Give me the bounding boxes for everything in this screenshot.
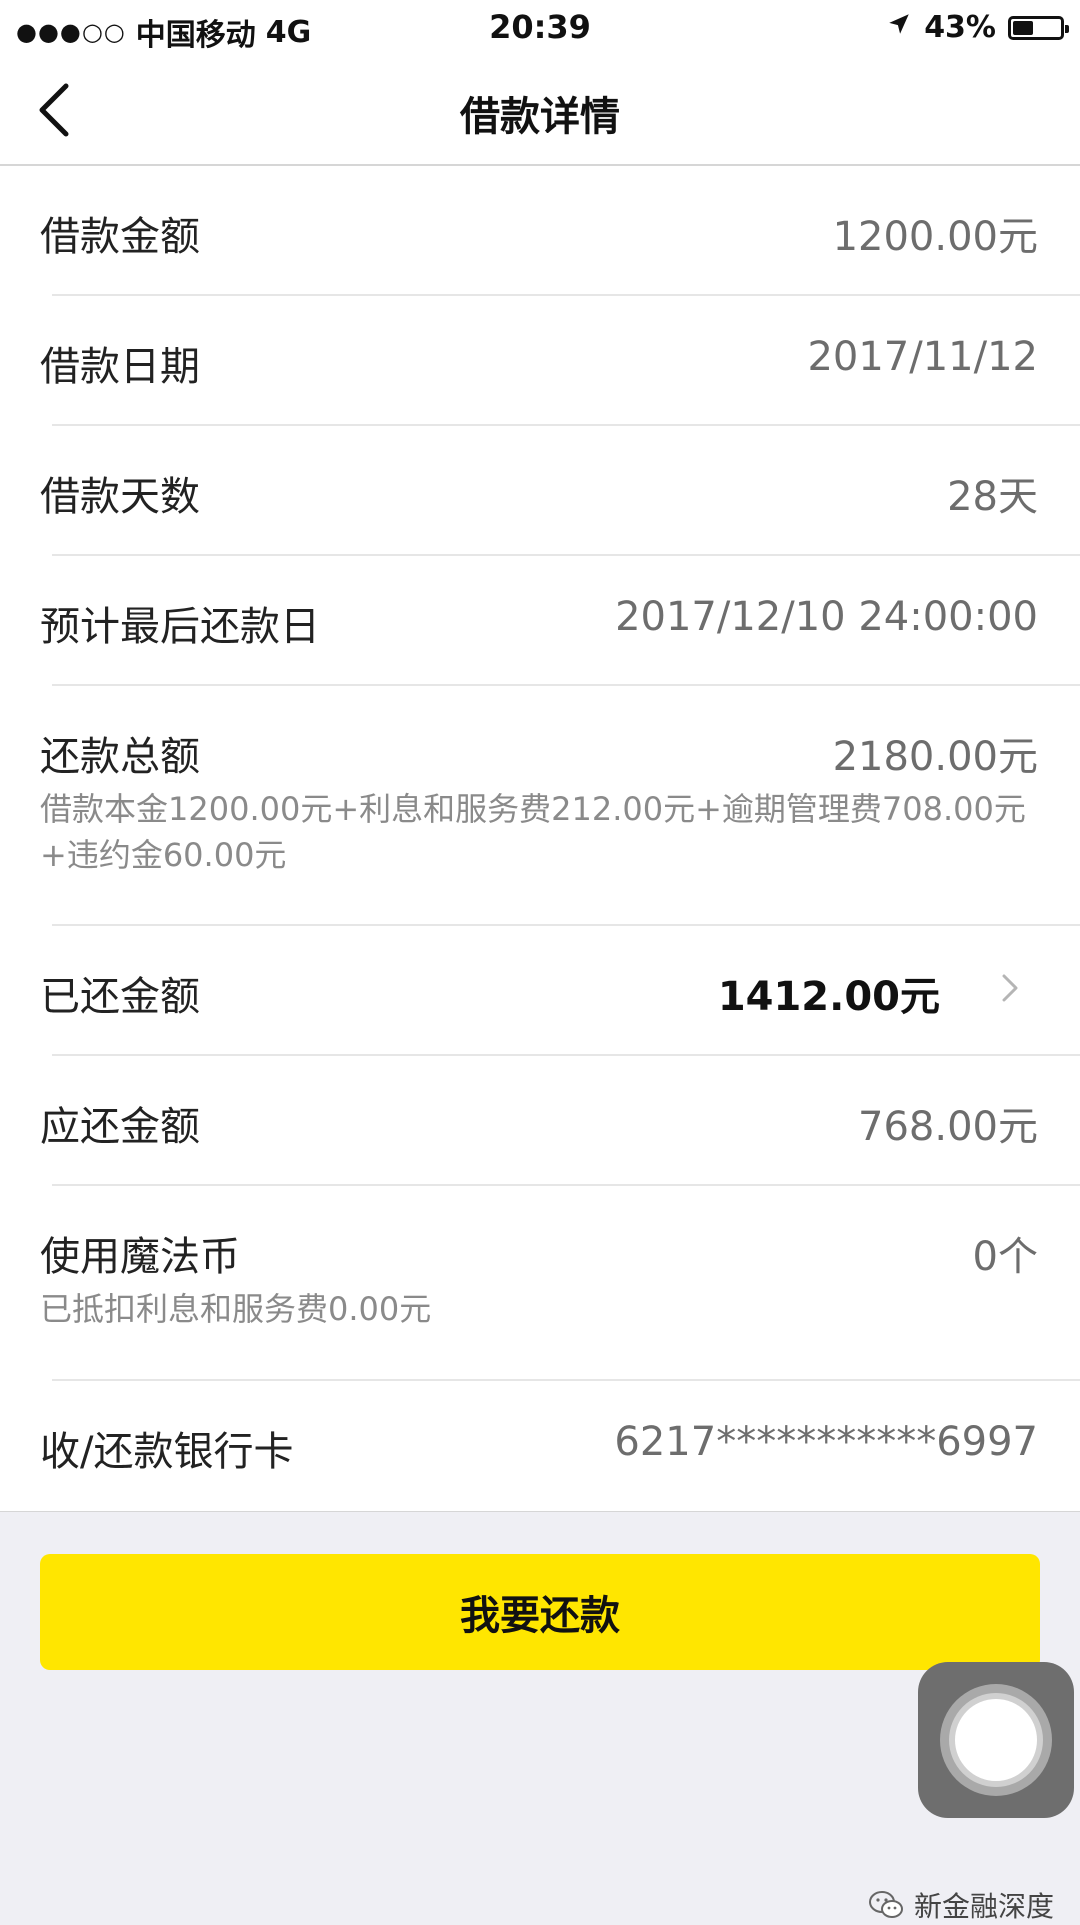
- magic-coin-note: 已抵扣利息和服务费0.00元: [40, 1290, 432, 1328]
- bank-card-value: 6217***********6997: [614, 1419, 1038, 1465]
- due-date-label: 预计最后还款日: [40, 604, 320, 650]
- row-loan-date: 借款日期 2017/11/12: [0, 296, 1080, 426]
- status-right: 43%: [886, 10, 1069, 45]
- loan-detail-list: 借款金额 1200.00元 借款日期 2017/11/12 借款天数 28天 预…: [0, 166, 1080, 1512]
- loan-date-label: 借款日期: [40, 344, 200, 390]
- due-amount-label: 应还金额: [40, 1104, 200, 1150]
- loan-amount-value: 1200.00元: [832, 214, 1038, 260]
- row-magic-coin: 使用魔法币 0个 已抵扣利息和服务费0.00元: [0, 1186, 1080, 1381]
- repaid-value: 1412.00元: [717, 974, 940, 1020]
- row-loan-amount: 借款金额 1200.00元: [0, 166, 1080, 296]
- row-loan-days: 借款天数 28天: [0, 426, 1080, 556]
- due-amount-value: 768.00元: [858, 1104, 1038, 1150]
- chevron-right-icon: [1002, 974, 1018, 1002]
- magic-coin-value: 0个: [972, 1234, 1038, 1280]
- row-repaid[interactable]: 已还金额 1412.00元: [0, 926, 1080, 1056]
- status-bar: ●●●○○ 中国移动 4G 20:39 43%: [0, 0, 1080, 56]
- watermark-text: 新金融深度: [913, 1890, 1054, 1923]
- wechat-icon: [868, 1891, 903, 1918]
- total-repay-label: 还款总额: [40, 734, 200, 780]
- bank-card-label: 收/还款银行卡: [40, 1429, 294, 1475]
- watermark: 新金融深度: [868, 1885, 1054, 1925]
- row-bank-card: 收/还款银行卡 6217***********6997: [0, 1381, 1080, 1511]
- loan-date-value: 2017/11/12: [807, 334, 1038, 380]
- magic-coin-label: 使用魔法币: [40, 1234, 240, 1280]
- row-due-amount: 应还金额 768.00元: [0, 1056, 1080, 1186]
- assistive-touch-button[interactable]: [918, 1662, 1074, 1818]
- battery-level: [1013, 20, 1033, 35]
- repaid-label: 已还金额: [40, 974, 200, 1020]
- total-repay-value: 2180.00元: [832, 734, 1038, 780]
- total-repay-breakdown: 借款本金1200.00元+利息和服务费212.00元+逾期管理费708.00元+…: [40, 790, 1026, 874]
- nav-bar: 借款详情: [0, 56, 1080, 166]
- battery-percent: 43%: [924, 10, 996, 45]
- row-total-repay: 还款总额 2180.00元 借款本金1200.00元+利息和服务费212.00元…: [0, 686, 1080, 926]
- due-date-value: 2017/12/10 24:00:00: [615, 594, 1038, 640]
- row-due-date: 预计最后还款日 2017/12/10 24:00:00: [0, 556, 1080, 686]
- loan-amount-label: 借款金额: [40, 214, 200, 260]
- assistive-touch-icon: [940, 1684, 1052, 1796]
- loan-days-value: 28天: [947, 474, 1038, 520]
- assistive-touch-center: [955, 1699, 1037, 1781]
- repay-button[interactable]: 我要还款: [40, 1554, 1040, 1670]
- battery-icon: [1008, 15, 1069, 40]
- page-title: 借款详情: [460, 94, 620, 140]
- location-arrow-icon: [886, 10, 912, 45]
- loan-days-label: 借款天数: [40, 474, 200, 520]
